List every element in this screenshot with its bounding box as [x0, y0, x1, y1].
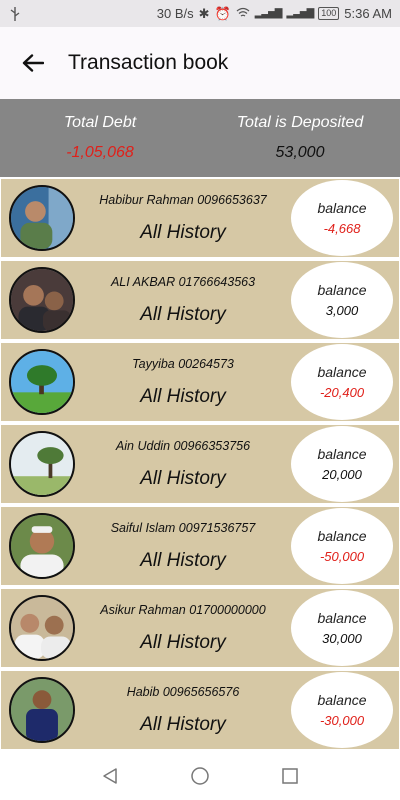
nav-back-button[interactable]: [99, 765, 121, 787]
total-deposited-label: Total is Deposited: [236, 114, 364, 131]
app-bar: Transaction book: [0, 27, 400, 99]
avatar[interactable]: [9, 349, 75, 415]
nav-home-button[interactable]: [189, 765, 211, 787]
total-debt: Total Debt -1,05,068: [0, 99, 200, 177]
all-history-link[interactable]: All History: [83, 468, 283, 490]
balance-label: balance: [317, 692, 367, 708]
balance-value: -50,000: [319, 549, 365, 564]
circle-home-icon: [191, 767, 209, 785]
total-debt-label: Total Debt: [63, 114, 137, 131]
contact-name: Habibur Rahman 0096653637: [99, 193, 267, 207]
arrow-left-icon: [22, 54, 44, 72]
avatar[interactable]: [9, 267, 75, 333]
contact-row[interactable]: ALI AKBAR 01766643563 All History balanc…: [1, 261, 399, 339]
balance-label: balance: [317, 200, 367, 216]
balance-badge: balance -50,000: [291, 508, 393, 584]
contact-list[interactable]: Habibur Rahman 0096653637 All History ba…: [0, 177, 400, 752]
triangle-back-icon: [103, 768, 117, 784]
square-recents-icon: [282, 768, 298, 784]
all-history-link[interactable]: All History: [83, 386, 283, 408]
balance-value: -4,668: [323, 221, 361, 236]
contact-row[interactable]: Tayyiba 00264573 All History balance -20…: [1, 343, 399, 421]
balance-badge: balance 30,000: [291, 590, 393, 666]
signal-icon: ▂▃▅▇: [254, 8, 283, 19]
contact-name: Habib 00965656576: [126, 685, 240, 699]
avatar[interactable]: [9, 595, 75, 661]
nav-recents-button[interactable]: [279, 765, 301, 787]
wifi-icon: [236, 6, 250, 21]
avatar[interactable]: [9, 431, 75, 497]
all-history-link[interactable]: All History: [83, 304, 283, 326]
contact-row[interactable]: Asikur Rahman 01700000000 All History ba…: [1, 589, 399, 667]
balance-value: 3,000: [325, 303, 359, 318]
balance-label: balance: [317, 610, 367, 626]
avatar[interactable]: [9, 185, 75, 251]
balance-label: balance: [317, 446, 367, 462]
contact-name: Asikur Rahman 01700000000: [100, 603, 266, 617]
contact-row[interactable]: Habibur Rahman 0096653637 All History ba…: [1, 179, 399, 257]
contact-row[interactable]: Ain Uddin 00966353756 All History balanc…: [1, 425, 399, 503]
contact-row[interactable]: Habib 00965656576 All History balance -3…: [1, 671, 399, 749]
balance-label: balance: [317, 364, 367, 380]
all-history-link[interactable]: All History: [83, 632, 283, 654]
status-time: 5:36 AM: [344, 6, 392, 21]
balance-label: balance: [317, 528, 367, 544]
all-history-link[interactable]: All History: [83, 550, 283, 572]
total-deposited-value: 53,000: [275, 144, 325, 161]
contact-name: Saiful Islam 00971536757: [110, 521, 256, 535]
usb-icon: [10, 6, 20, 21]
balance-value: 30,000: [322, 631, 362, 646]
balance-badge: balance 20,000: [291, 426, 393, 502]
balance-label: balance: [317, 282, 367, 298]
system-nav-bar: [0, 752, 400, 800]
avatar[interactable]: [9, 513, 75, 579]
balance-value: 20,000: [322, 467, 362, 482]
all-history-link[interactable]: All History: [83, 714, 283, 736]
balance-value: -30,000: [319, 713, 365, 728]
summary-panel: Total Debt -1,05,068 Total is Deposited …: [0, 99, 400, 177]
avatar[interactable]: [9, 677, 75, 743]
balance-badge: balance 3,000: [291, 262, 393, 338]
contact-name: Tayyiba 00264573: [132, 357, 234, 371]
contact-row[interactable]: Saiful Islam 00971536757 All History bal…: [1, 507, 399, 585]
status-bar: 30 B/s ✱ ⏰ ▂▃▅▇ ▂▃▅▇ 100 5:36 AM: [0, 0, 400, 27]
all-history-link[interactable]: All History: [83, 222, 283, 244]
balance-value: -20,400: [319, 385, 365, 400]
contact-name: ALI AKBAR 01766643563: [110, 275, 256, 289]
page-title: Transaction book: [68, 51, 229, 74]
battery-icon: 100: [318, 7, 340, 20]
contact-name: Ain Uddin 00966353756: [115, 439, 251, 453]
balance-badge: balance -20,400: [291, 344, 393, 420]
signal-icon-2: ▂▃▅▇: [286, 8, 315, 19]
network-speed: 30 B/s: [156, 6, 194, 21]
back-button[interactable]: [9, 39, 57, 87]
alarm-icon: ⏰: [214, 5, 231, 21]
total-deposited: Total is Deposited 53,000: [200, 99, 400, 177]
total-debt-value: -1,05,068: [66, 144, 134, 161]
bluetooth-icon: ✱: [198, 5, 210, 21]
balance-badge: balance -30,000: [291, 672, 393, 748]
balance-badge: balance -4,668: [291, 180, 393, 256]
